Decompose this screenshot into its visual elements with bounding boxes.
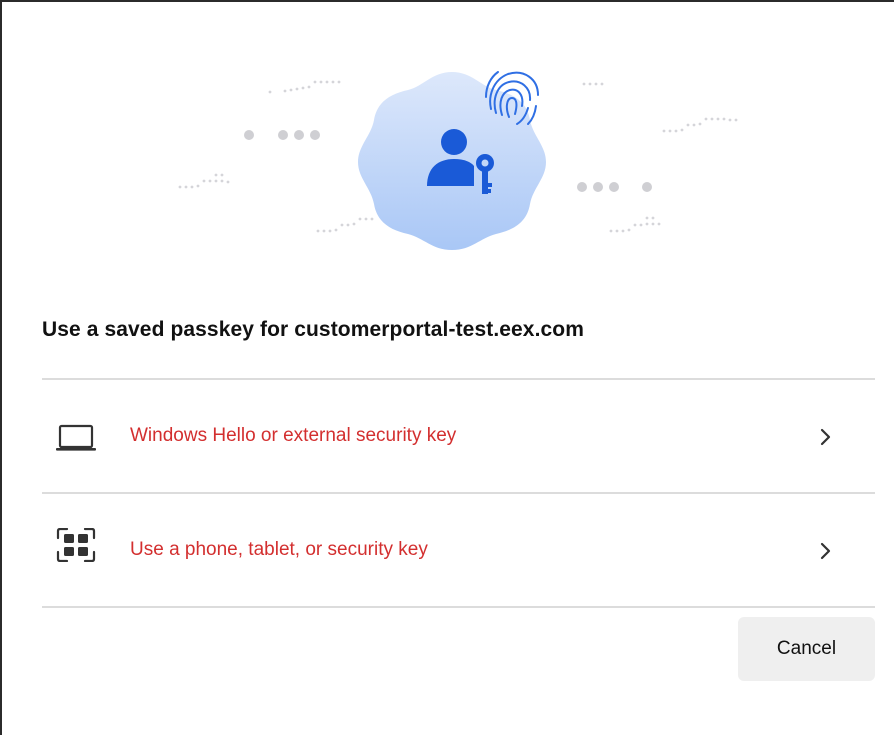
- option-phone-tablet-key[interactable]: Use a phone, tablet, or security key: [42, 494, 875, 606]
- cancel-button[interactable]: Cancel: [738, 617, 875, 681]
- passkey-dialog: Use a saved passkey for customerportal-t…: [0, 0, 894, 735]
- laptop-icon: [56, 424, 96, 451]
- option-label: Use a phone, tablet, or security key: [130, 539, 428, 560]
- chevron-right-icon: [820, 542, 831, 560]
- passkey-illustration: [178, 71, 738, 250]
- dialog-title: Use a saved passkey for customerportal-t…: [42, 318, 585, 341]
- qr-code-icon: [56, 528, 96, 562]
- divider: [42, 606, 875, 608]
- option-label: Windows Hello or external security key: [130, 425, 457, 446]
- chevron-right-icon: [820, 428, 831, 446]
- option-windows-hello[interactable]: Windows Hello or external security key: [42, 380, 875, 492]
